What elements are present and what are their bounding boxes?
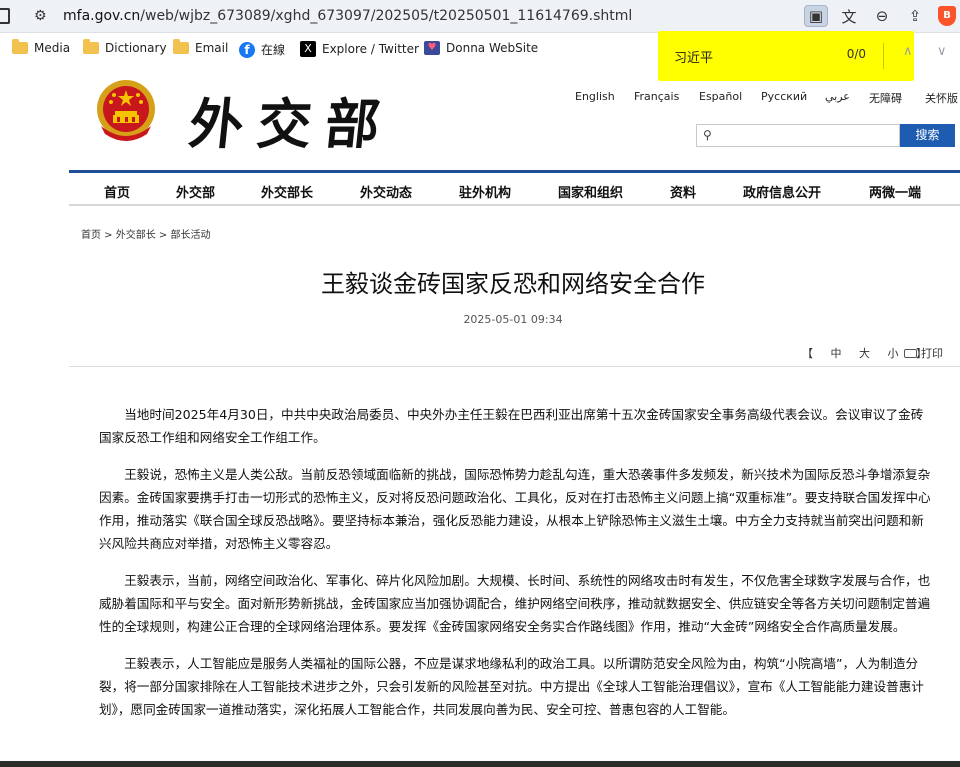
article-paragraph: 王毅表示，当前，网络空间政治化、军事化、碎片化风险加剧。大规模、长时间、系统性的…	[99, 573, 931, 634]
find-previous-icon[interactable]: ∧	[903, 44, 913, 59]
nav-ministry[interactable]: 外交部	[176, 182, 215, 201]
nav-social[interactable]: 两微一端	[869, 182, 921, 201]
search-button[interactable]: 搜索	[900, 124, 955, 147]
font-size-small[interactable]: 小	[888, 347, 899, 360]
bookmark-sidebar-icon[interactable]	[0, 8, 10, 24]
nav-minister[interactable]: 外交部长	[261, 182, 313, 201]
bookmark-label: Dictionary	[105, 41, 167, 55]
article-paragraph: 王毅表示，人工智能应是服务人类福祉的国际公器，不应是谋求地缘私利的政治工具。以所…	[99, 656, 924, 717]
brave-shield-icon[interactable]: B	[938, 6, 956, 26]
bookmark-label: 在線	[261, 43, 286, 57]
nav-missions[interactable]: 驻外机构	[459, 182, 511, 201]
bookmark-dictionary[interactable]: Dictionary	[83, 39, 167, 55]
share-icon[interactable]: ⇪	[903, 5, 927, 27]
font-size-medium[interactable]: 中	[831, 347, 842, 360]
site-search: ⚲	[696, 124, 900, 147]
find-count: 0/0	[846, 47, 866, 61]
printer-icon	[904, 349, 917, 358]
folder-icon	[173, 39, 189, 54]
font-size-large[interactable]: 大	[859, 347, 870, 360]
article-paragraph: 王毅说，恐怖主义是人类公敌。当前反恐领域面临新的挑战，国际恐怖势力趁乱勾连，重大…	[99, 467, 931, 551]
search-icon: ⚲	[703, 128, 712, 142]
national-emblem-icon	[97, 80, 155, 141]
bookmark-media[interactable]: Media	[12, 39, 71, 55]
url-path: /web/wjbz_673089/xghd_673097/202505/t202…	[140, 8, 633, 24]
address-bar: ⚙ mfa.gov.cn/web/wjbz_673089/xghd_673097…	[0, 0, 960, 33]
bookmark-label: Explore / Twitter	[322, 42, 419, 56]
folder-icon	[83, 39, 99, 54]
lang-russian-link[interactable]: Русский	[761, 90, 807, 103]
mfa-calligraphy-logo[interactable]: 外交部	[186, 80, 398, 159]
care-version-link[interactable]: 关怀版	[925, 90, 958, 106]
article-title: 王毅谈金砖国家反恐和网络安全合作	[321, 270, 705, 298]
find-input[interactable]: 习近平	[674, 47, 713, 66]
translate-icon[interactable]: 文	[837, 5, 861, 27]
donna-icon: ♥	[424, 41, 440, 55]
folder-icon	[12, 39, 28, 54]
find-divider	[883, 43, 884, 69]
bookmark-donna[interactable]: ♥ Donna WebSite	[424, 41, 538, 55]
nav-gov-info[interactable]: 政府信息公开	[743, 182, 821, 201]
reader-mode-icon[interactable]: ▣	[804, 5, 828, 27]
article-body: 当地时间2025年4月30日，中共中央政治局委员、中央外办主任王毅在巴西利亚出席…	[99, 403, 931, 735]
bookmark-email[interactable]: Email	[173, 39, 229, 55]
site-settings-icon[interactable]: ⚙	[34, 8, 47, 24]
article-date: 2025-05-01 09:34	[463, 313, 563, 326]
bookmark-label: Email	[195, 41, 229, 55]
lang-arabic-link[interactable]: عربي	[825, 90, 850, 103]
article-paragraph: 当地时间2025年4月30日，中共中央政治局委员、中央外办主任王毅在巴西利亚出席…	[99, 407, 924, 445]
nav-countries[interactable]: 国家和组织	[558, 182, 623, 201]
nav-home[interactable]: 首页	[104, 182, 130, 201]
taskbar-edge	[0, 761, 960, 767]
lang-english-link[interactable]: English	[575, 90, 615, 103]
zoom-out-icon[interactable]: ⊖	[870, 5, 894, 27]
search-input[interactable]	[719, 126, 895, 145]
url-host: mfa.gov.cn	[63, 8, 141, 24]
bookmark-label: Donna WebSite	[446, 41, 539, 55]
accessibility-link[interactable]: 无障碍	[869, 90, 902, 106]
bookmark-twitter[interactable]: X Explore / Twitter	[300, 41, 419, 57]
lang-french-link[interactable]: Français	[634, 90, 679, 103]
bookmark-label: Media	[34, 41, 71, 55]
find-bar: 习近平 0/0	[658, 31, 914, 81]
x-icon: X	[300, 41, 316, 57]
main-nav: 首页 外交部 外交部长 外交动态 驻外机构 国家和组织 资料 政府信息公开 两微…	[69, 170, 960, 206]
nav-diplomatic-news[interactable]: 外交动态	[360, 182, 412, 201]
print-label: 打印	[921, 347, 943, 360]
lang-spanish-link[interactable]: Español	[699, 90, 742, 103]
facebook-icon: f	[239, 41, 255, 58]
breadcrumb[interactable]: 首页 > 外交部长 > 部长活动	[81, 226, 210, 241]
print-button[interactable]: 打印	[904, 345, 943, 361]
bracket-open: 【	[802, 347, 813, 360]
find-next-icon[interactable]: ∨	[937, 44, 947, 59]
divider	[69, 366, 960, 367]
url-field[interactable]: mfa.gov.cn/web/wjbz_673089/xghd_673097/2…	[63, 8, 632, 24]
nav-resources[interactable]: 资料	[670, 182, 696, 201]
bookmark-facebook[interactable]: f 在線	[239, 41, 285, 58]
